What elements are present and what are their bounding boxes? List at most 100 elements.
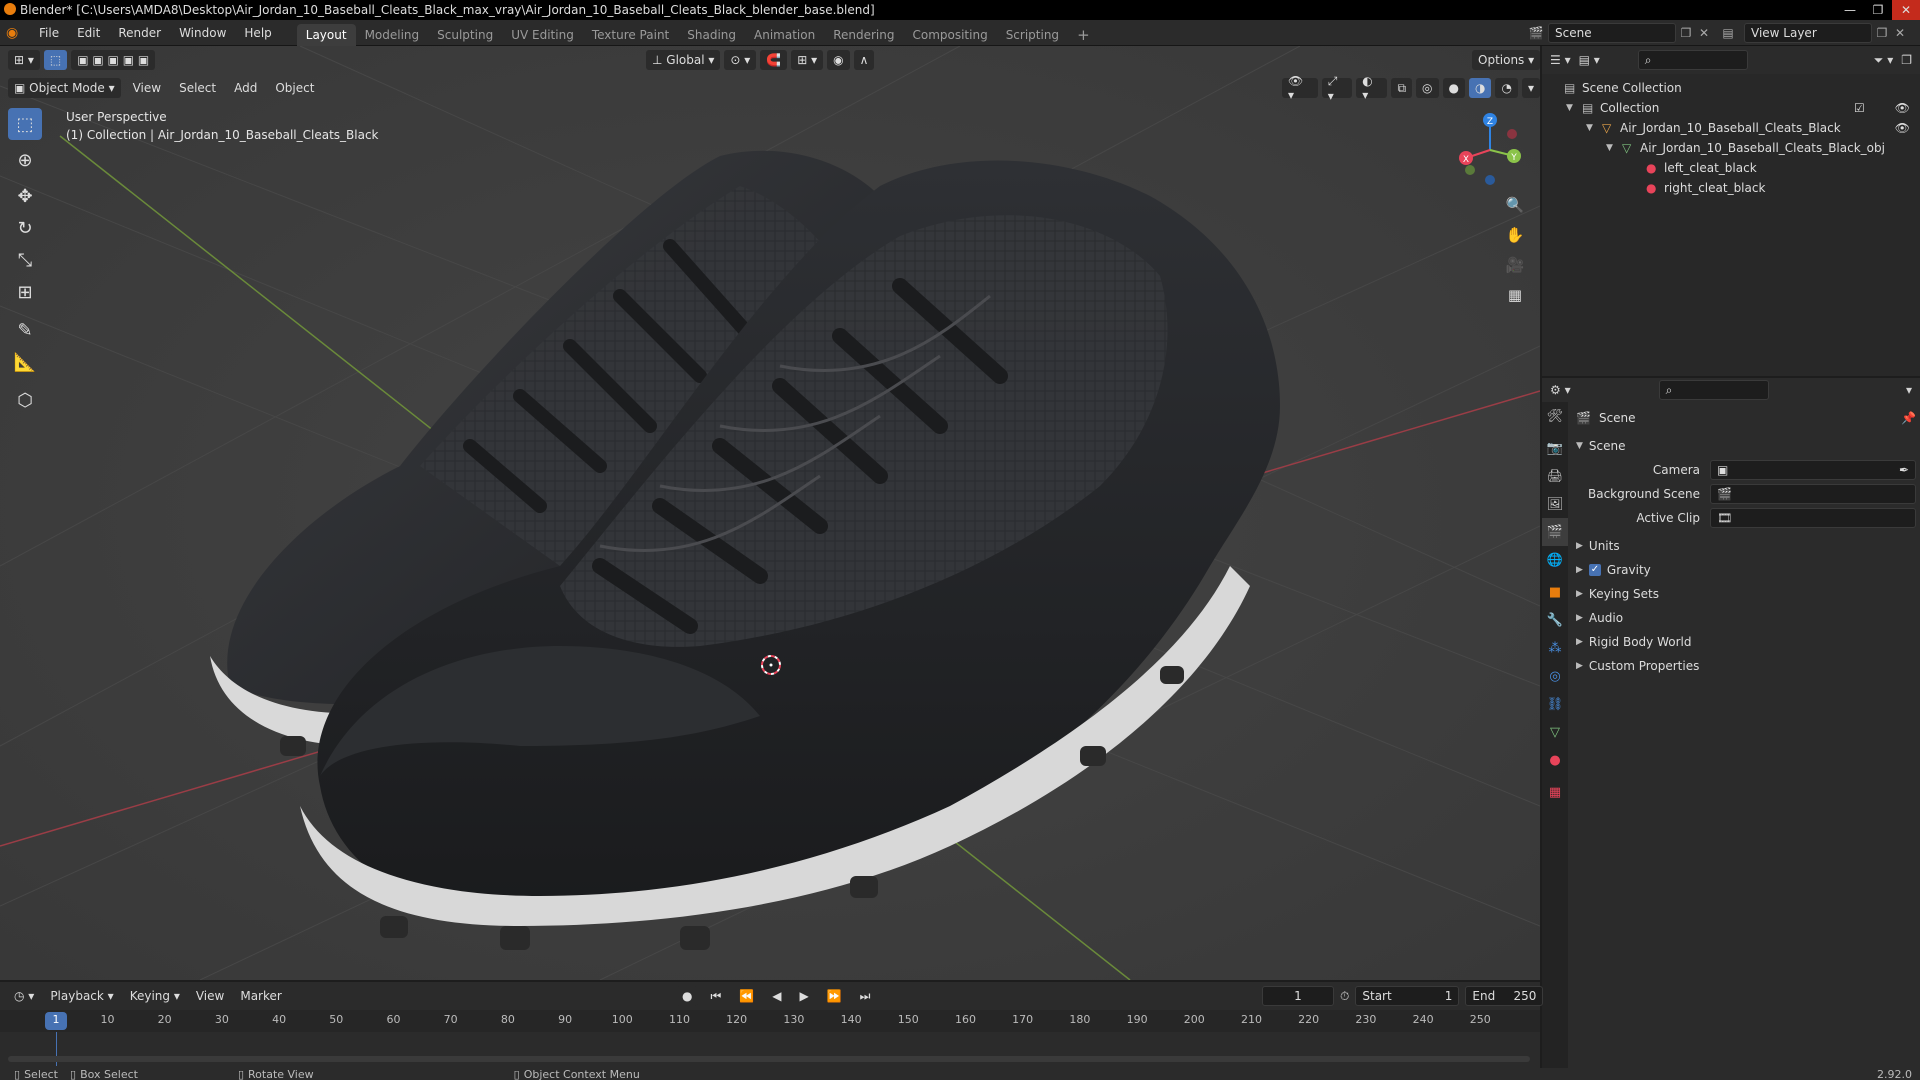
scale-tool[interactable]: ⤡ <box>8 244 42 276</box>
active-clip-input[interactable]: 🎞 <box>1710 508 1916 528</box>
tab-view-layer[interactable]: 🖼 <box>1542 490 1568 518</box>
eyedropper-icon[interactable]: ✒ <box>1899 463 1909 477</box>
end-frame-input[interactable]: End 250 <box>1465 986 1544 1006</box>
menu-add[interactable]: Add <box>228 78 263 98</box>
menu-window[interactable]: Window <box>170 20 235 46</box>
navigation-gizmo[interactable]: Z X Y <box>1450 110 1530 190</box>
rotate-tool[interactable]: ↻ <box>8 212 42 244</box>
tab-particles[interactable]: ⁂ <box>1542 634 1568 662</box>
play-reverse-button[interactable]: ◀ <box>766 986 787 1006</box>
tab-uv-editing[interactable]: UV Editing <box>502 24 583 46</box>
proportional-falloff-dropdown[interactable]: ∧ <box>853 50 875 70</box>
pan-button[interactable]: ✋ <box>1502 222 1528 248</box>
outliner-row-right-cleat[interactable]: ● right_cleat_black <box>1542 178 1920 198</box>
pivot-point-dropdown[interactable]: ⊙ ▾ <box>724 50 757 70</box>
timeline-scrollbar[interactable] <box>8 1056 1530 1062</box>
tab-world[interactable]: 🌐 <box>1542 546 1568 574</box>
select-box-tool[interactable]: ⬚ <box>8 108 42 140</box>
outliner-search-input[interactable]: ⌕ <box>1637 50 1748 70</box>
panel-rigid-body-world[interactable]: ▶ Rigid Body World <box>1576 630 1916 654</box>
outliner-row-mesh-obj[interactable]: ▼ ▽ Air_Jordan_10_Baseball_Cleats_Black_… <box>1542 138 1920 158</box>
expand-arrow-icon[interactable]: ▼ <box>1606 143 1622 153</box>
new-view-layer-icon[interactable]: ❐ <box>1872 26 1892 40</box>
snap-toggle[interactable]: 🧲 <box>760 50 788 70</box>
jump-keyframe-forward-button[interactable]: ⏩ <box>821 986 848 1006</box>
start-frame-input[interactable]: Start 1 <box>1355 986 1460 1006</box>
view-layer-selector[interactable]: View Layer <box>1744 23 1872 43</box>
measure-tool[interactable]: 📐 <box>8 346 42 378</box>
tab-rendering[interactable]: Rendering <box>824 24 903 46</box>
filter-icon[interactable]: ⏷ ▾ <box>1874 53 1893 68</box>
panel-custom-properties[interactable]: ▶ Custom Properties <box>1576 654 1916 678</box>
tab-data[interactable]: ▽ <box>1542 718 1568 746</box>
view-layer-browse-icon[interactable]: ▤ <box>1712 26 1744 40</box>
camera-view-button[interactable]: 🎥 <box>1502 252 1528 278</box>
transform-orientation-dropdown[interactable]: ⊥ Global ▾ <box>646 50 721 70</box>
properties-search-input[interactable]: ⌕ <box>1658 380 1769 400</box>
panel-scene-header[interactable]: ▼ Scene <box>1576 434 1916 458</box>
expand-arrow-icon[interactable]: ▼ <box>1566 103 1582 113</box>
properties-editor-type-icon[interactable]: ⚙ ▾ <box>1550 383 1571 397</box>
eye-icon[interactable]: 👁 <box>1895 121 1910 135</box>
transform-tool[interactable]: ⊞ <box>8 276 42 308</box>
tab-modifiers[interactable]: 🔧 <box>1542 606 1568 634</box>
current-frame-input[interactable]: 1 <box>1262 986 1334 1006</box>
restore-button[interactable]: ❐ <box>1864 0 1892 20</box>
tab-material[interactable]: ● <box>1542 746 1568 774</box>
shading-solid-button[interactable]: ● <box>1442 78 1465 98</box>
delete-view-layer-icon[interactable]: ✕ <box>1892 26 1908 40</box>
menu-edit[interactable]: Edit <box>68 20 109 46</box>
add-workspace-button[interactable]: + <box>1068 24 1099 46</box>
tab-modeling[interactable]: Modeling <box>356 24 429 46</box>
panel-keying-sets[interactable]: ▶ Keying Sets <box>1576 582 1916 606</box>
jump-start-button[interactable]: ⏮ <box>704 986 727 1006</box>
perspective-toggle-button[interactable]: ▦ <box>1502 282 1528 308</box>
outliner-row-empty[interactable]: ▼ ▽ Air_Jordan_10_Baseball_Cleats_Black … <box>1542 118 1920 138</box>
menu-playback[interactable]: Playback ▾ <box>44 986 119 1006</box>
menu-view[interactable]: View <box>190 986 230 1006</box>
tab-layout[interactable]: Layout <box>296 23 356 46</box>
tab-texture[interactable]: ▦ <box>1542 778 1568 806</box>
move-tool[interactable]: ✥ <box>8 180 42 212</box>
mode-dropdown[interactable]: ▣ Object Mode ▾ <box>8 78 121 98</box>
menu-file[interactable]: File <box>30 20 68 46</box>
editor-type-button[interactable]: ⊞ ▾ <box>8 50 40 70</box>
xray-toggle[interactable]: ⧉ <box>1391 78 1413 98</box>
snap-target-dropdown[interactable]: ⊞ ▾ <box>791 50 824 70</box>
delete-scene-icon[interactable]: ✕ <box>1696 26 1712 40</box>
tab-sculpting[interactable]: Sculpting <box>428 24 502 46</box>
jump-end-button[interactable]: ⏭ <box>854 986 877 1006</box>
pin-icon[interactable]: 📌 <box>1901 411 1916 425</box>
proportional-editing-toggle[interactable]: ◉ <box>827 50 850 70</box>
new-collection-icon[interactable]: ❐ <box>1901 53 1912 67</box>
scene-browse-icon[interactable]: 🎬 <box>1524 26 1548 40</box>
menu-marker[interactable]: Marker <box>234 986 287 1006</box>
blender-menu-icon[interactable]: ◉ <box>6 25 30 41</box>
camera-input[interactable]: ▣ ✒ <box>1710 460 1916 480</box>
panel-audio[interactable]: ▶ Audio <box>1576 606 1916 630</box>
tab-physics[interactable]: ◎ <box>1542 662 1568 690</box>
selection-mode-set[interactable]: ▣ ▣ ▣ ▣ ▣ <box>71 50 156 70</box>
3d-viewport[interactable]: ⊞ ▾ ⬚ ▣ ▣ ▣ ▣ ▣ ⊥ Global ▾ ⊙ ▾ 🧲 ⊞ ▾ ◉ ∧… <box>0 46 1540 980</box>
menu-view[interactable]: View <box>127 78 167 98</box>
tab-texture-paint[interactable]: Texture Paint <box>583 24 678 46</box>
tab-shading[interactable]: Shading <box>678 24 745 46</box>
frame-ruler[interactable]: 1 10 20 30 40 50 60 70 80 90 100 110 120 130 140 150 160… <box>0 1010 1540 1032</box>
menu-object[interactable]: Object <box>269 78 320 98</box>
panel-units[interactable]: ▶ Units <box>1576 534 1916 558</box>
close-button[interactable]: ✕ <box>1892 0 1920 20</box>
outliner-editor-type-icon[interactable]: ☰ ▾ <box>1550 53 1571 67</box>
menu-render[interactable]: Render <box>109 20 170 46</box>
shading-options-dropdown[interactable]: ▾ <box>1521 78 1540 98</box>
gravity-checkbox[interactable]: ✓ <box>1588 564 1601 576</box>
timeline-editor-type-icon[interactable]: ◷ ▾ <box>8 986 40 1006</box>
visibility-dropdown[interactable]: 👁 ▾ <box>1282 74 1318 102</box>
tab-compositing[interactable]: Compositing <box>903 24 996 46</box>
outliner-display-mode-icon[interactable]: ▤ ▾ <box>1579 53 1600 67</box>
tab-animation[interactable]: Animation <box>745 24 824 46</box>
tab-output[interactable]: 🖨 <box>1542 462 1568 490</box>
outliner-row-collection[interactable]: ▼ ▤ Collection ☑ 👁 <box>1542 98 1920 118</box>
scene-selector[interactable]: Scene <box>1548 23 1676 43</box>
eye-icon[interactable]: 👁 <box>1895 101 1910 115</box>
panel-gravity[interactable]: ▶ ✓ Gravity <box>1576 558 1916 582</box>
